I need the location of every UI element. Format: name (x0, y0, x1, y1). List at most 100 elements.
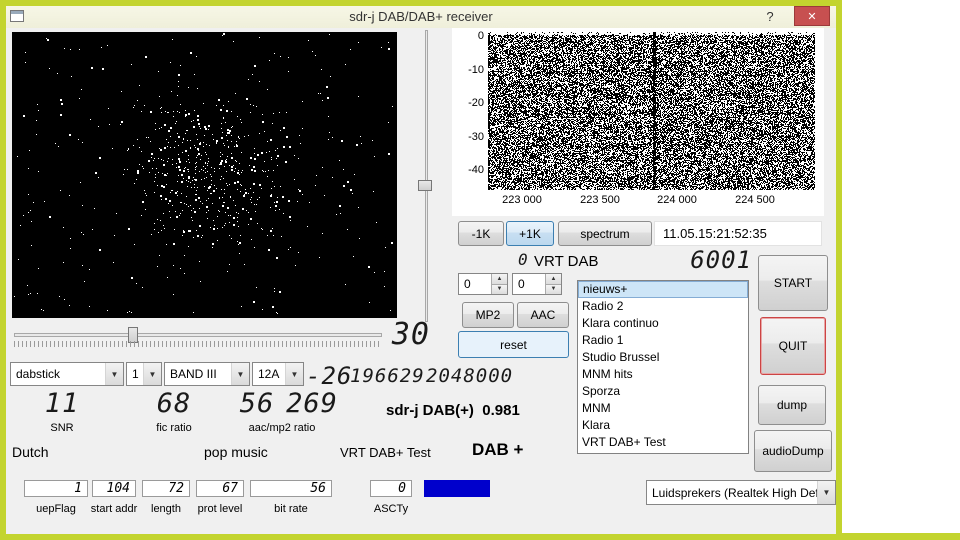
aac-ratio-lcd: 56 (232, 390, 282, 417)
list-item[interactable]: VRT DAB+ Test (578, 434, 748, 451)
bitrate-field: 56 (250, 480, 332, 497)
quit-button[interactable]: QUIT (760, 317, 826, 375)
channel-combo[interactable]: 12A ▼ (252, 362, 304, 386)
ensemble-lcd-small: 0 (518, 252, 529, 268)
app-window: sdr-j DAB/DAB+ receiver ? ✕ 0 -10 -20 -3… (0, 0, 842, 540)
device-combo[interactable]: dabstick ▼ (10, 362, 124, 386)
aac-button[interactable]: AAC (517, 302, 569, 328)
spectrum-ytick: -10 (454, 64, 484, 76)
audio-device-value: Luidsprekers (Realtek High Defi (647, 481, 817, 504)
list-item[interactable]: Sporza (578, 383, 748, 400)
main-content: 0 -10 -20 -30 -40 223 000 223 500 224 00… (6, 28, 836, 534)
constellation-display (12, 32, 397, 318)
gain-slider-track[interactable] (14, 333, 382, 337)
spinbox-1[interactable]: 0 ▲▼ (458, 273, 508, 295)
language-text: Dutch (12, 444, 49, 460)
length-field: 72 (142, 480, 190, 497)
mode-text: DAB + (472, 440, 523, 460)
length-label: length (136, 503, 196, 515)
frequency-lcd: 196629 (350, 367, 425, 386)
close-icon: ✕ (807, 10, 816, 23)
datetime-display: 11.05.15:21:52:35 (654, 221, 822, 246)
spectrum-xtick: 224 500 (723, 194, 787, 206)
start-button[interactable]: START (758, 255, 828, 311)
spectrum-display (488, 32, 815, 190)
list-item[interactable]: Klara continuo (578, 315, 748, 332)
signal-indicator (424, 480, 490, 497)
list-item[interactable]: MNM (578, 400, 748, 417)
version-text: sdr-j DAB(+) 0.981 (386, 402, 520, 419)
chevron-up-icon[interactable]: ▲ (546, 274, 561, 285)
spectrum-xtick: 223 500 (568, 194, 632, 206)
chevron-down-icon[interactable]: ▼ (285, 363, 303, 385)
reset-button[interactable]: reset (458, 331, 569, 358)
ensemble-name: VRT DAB (534, 253, 598, 270)
help-button[interactable]: ? (760, 6, 780, 28)
fic-ratio-label: fic ratio (136, 422, 212, 434)
gain-lcd: 30 (384, 320, 430, 350)
uepflag-label: uepFlag (24, 503, 88, 515)
mp2-button[interactable]: MP2 (462, 302, 514, 328)
startaddr-field: 104 (92, 480, 136, 497)
mp2-ratio-lcd: 269 (282, 390, 342, 417)
uepflag-field: 1 (24, 480, 88, 497)
spectrum-xtick: 223 000 (490, 194, 554, 206)
spectrum-ytick: -30 (454, 131, 484, 143)
list-item[interactable]: Studio Brussel (578, 349, 748, 366)
chevron-up-icon[interactable]: ▲ (492, 274, 507, 285)
band-combo[interactable]: BAND III ▼ (164, 362, 250, 386)
audiodump-button[interactable]: audioDump (754, 430, 832, 472)
spectrum-ytick: 0 (454, 30, 484, 42)
samplerate-lcd: 2048000 (426, 367, 513, 386)
count-combo[interactable]: 1 ▼ (126, 362, 162, 386)
list-item[interactable]: MNM hits (578, 366, 748, 383)
list-item[interactable]: nieuws+ (578, 281, 748, 298)
ensemble-id-lcd: 6001 (666, 248, 752, 272)
list-item[interactable]: Klara (578, 417, 748, 434)
spinbox-2-value: 0 (513, 274, 545, 294)
spectrum-button[interactable]: spectrum (558, 221, 652, 246)
desktop-strip (842, 533, 960, 540)
dump-button[interactable]: dump (758, 385, 826, 425)
ascty-field: 0 (370, 480, 412, 497)
minus-1k-button[interactable]: -1K (458, 221, 504, 246)
aac-ratio-label: aac/mp2 ratio (222, 422, 342, 434)
chevron-down-icon[interactable]: ▼ (817, 481, 835, 504)
vertical-slider-handle[interactable] (418, 180, 432, 191)
snr-lcd: 11 (30, 390, 94, 417)
service-list[interactable]: nieuws+Radio 2Klara continuoRadio 1Studi… (577, 280, 749, 454)
spinbox-1-value: 0 (459, 274, 491, 294)
chevron-down-icon[interactable]: ▼ (143, 363, 161, 385)
count-combo-value: 1 (127, 363, 143, 385)
snr-label: SNR (30, 422, 94, 434)
chevron-down-icon[interactable]: ▼ (492, 285, 507, 295)
bitrate-label: bit rate (250, 503, 332, 515)
offset-lcd: -26 (306, 364, 352, 388)
chevron-down-icon[interactable]: ▼ (105, 363, 123, 385)
spectrum-ytick: -40 (454, 164, 484, 176)
chevron-down-icon[interactable]: ▼ (546, 285, 561, 295)
startaddr-label: start addr (84, 503, 144, 515)
close-button[interactable]: ✕ (794, 6, 830, 26)
window-title: sdr-j DAB/DAB+ receiver (6, 6, 836, 28)
protlevel-field: 67 (196, 480, 244, 497)
plus-1k-button[interactable]: +1K (506, 221, 554, 246)
spectrum-xtick: 224 000 (645, 194, 709, 206)
protlevel-label: prot level (188, 503, 252, 515)
service-name-text: VRT DAB+ Test (340, 445, 431, 460)
channel-combo-value: 12A (253, 363, 285, 385)
spectrum-ytick: -20 (454, 97, 484, 109)
list-item[interactable]: Radio 1 (578, 332, 748, 349)
gain-slider-ticks (14, 341, 382, 347)
vertical-slider-track[interactable] (425, 30, 428, 322)
titlebar: sdr-j DAB/DAB+ receiver ? ✕ (6, 6, 836, 28)
fic-ratio-lcd: 68 (142, 390, 206, 417)
ascty-label: ASCTy (362, 503, 420, 515)
spinbox-2[interactable]: 0 ▲▼ (512, 273, 562, 295)
genre-text: pop music (204, 444, 268, 460)
audio-device-combo[interactable]: Luidsprekers (Realtek High Defi ▼ (646, 480, 836, 505)
device-combo-value: dabstick (11, 363, 105, 385)
chevron-down-icon[interactable]: ▼ (231, 363, 249, 385)
band-combo-value: BAND III (165, 363, 231, 385)
list-item[interactable]: Radio 2 (578, 298, 748, 315)
